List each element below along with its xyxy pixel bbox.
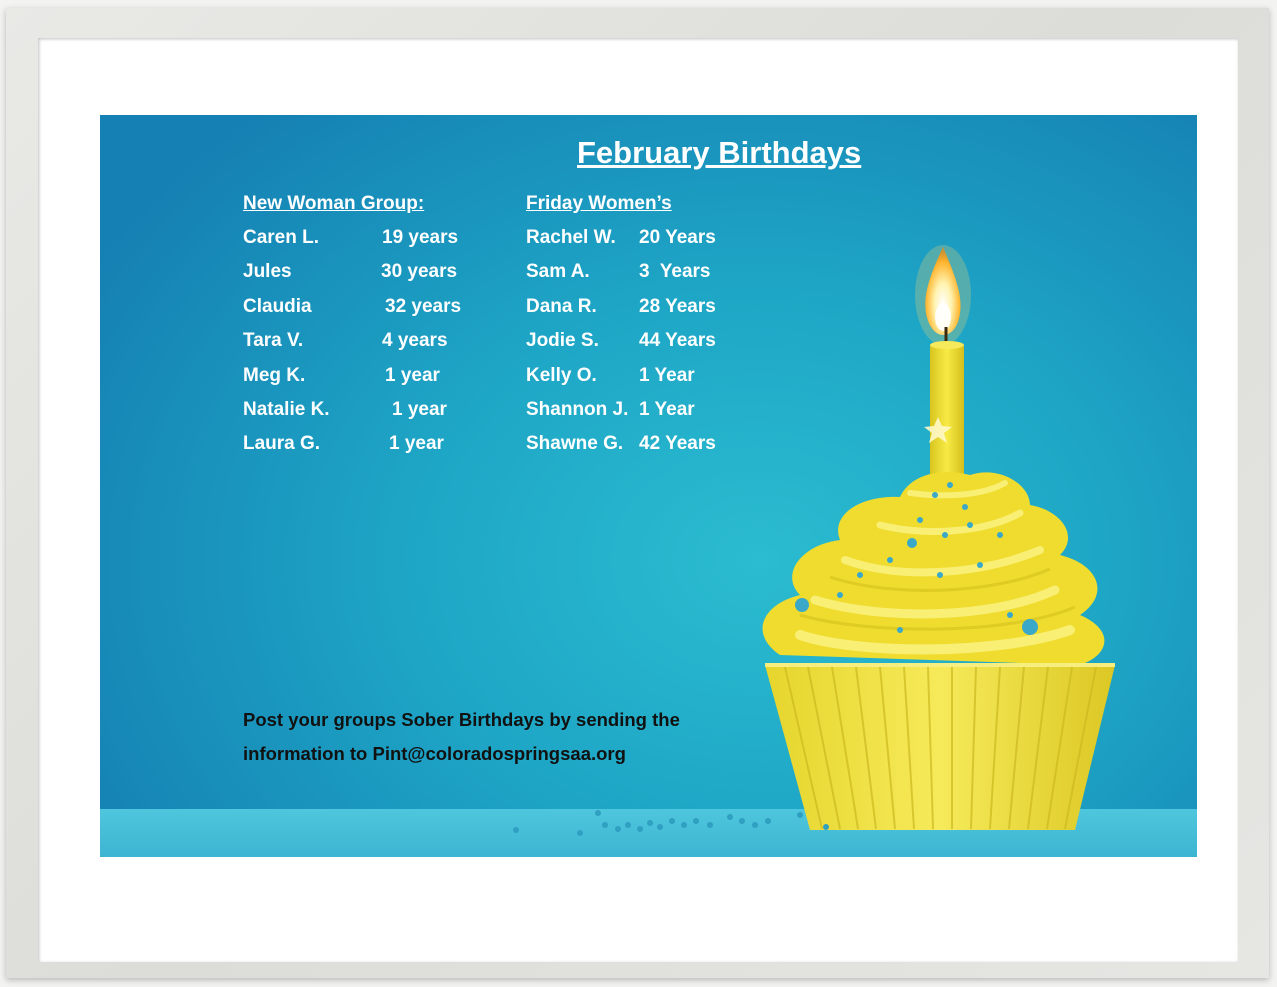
list-item-years: 30 years [381, 261, 458, 282]
list-item-name: Caren L. [243, 227, 320, 248]
list-item-years: 42 Years [639, 433, 716, 454]
list-item-name: Tara V. [243, 330, 304, 351]
list-item-name: Jodie S. [526, 330, 599, 351]
group-heading-friday-women: Friday Women’s [526, 193, 672, 214]
list-item-years: 20 Years [639, 227, 716, 248]
list-item-years: 1 Year [639, 399, 695, 420]
list-item-years: 3 Years [639, 261, 711, 282]
birthday-cupcake-icon [762, 245, 1115, 830]
footer-line-2: information to Pint@coloradospringsaa.or… [243, 743, 626, 764]
birthday-card: February Birthdays New Woman Group: Care… [100, 115, 1197, 857]
list-item-years: 1 year [385, 365, 440, 386]
list-item-name: Sam A. [526, 261, 590, 282]
list-item-name: Rachel W. [526, 227, 616, 248]
list-item-name: Claudia [243, 296, 312, 317]
table-sprinkles [513, 810, 829, 836]
list-item-years: 44 Years [639, 330, 716, 351]
list-item-years: 19 years [382, 227, 459, 248]
list-item-years: 1 Year [639, 365, 695, 386]
list-item-name: Laura G. [243, 433, 321, 454]
list-item-name: Kelly O. [526, 365, 597, 386]
list-item-name: Jules [243, 261, 292, 282]
list-item-years: 4 years [382, 330, 448, 351]
list-item-name: Dana R. [526, 296, 597, 317]
list-item-years: 1 year [392, 399, 447, 420]
candle-flame-icon [915, 245, 971, 345]
group-heading-new-woman: New Woman Group: [243, 193, 425, 214]
list-item-name: Shawne G. [526, 433, 624, 454]
card-title: February Birthdays [577, 135, 862, 170]
footer-line-1: Post your groups Sober Birthdays by send… [243, 709, 680, 730]
footer-note: Post your groups Sober Birthdays by send… [243, 703, 680, 771]
list-item-years: 1 year [389, 433, 444, 454]
list-item-name: Shannon J. [526, 399, 629, 420]
list-item-years: 28 Years [639, 296, 716, 317]
list-item-name: Natalie K. [243, 399, 330, 420]
list-item-years: 32 years [385, 296, 462, 317]
list-item-name: Meg K. [243, 365, 306, 386]
